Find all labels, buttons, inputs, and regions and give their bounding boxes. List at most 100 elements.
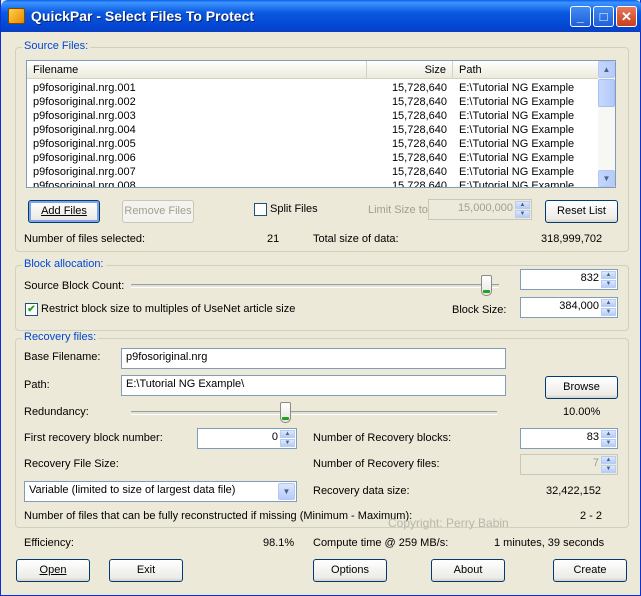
title-bar[interactable]: QuickPar - Select Files To Protect _ □ ✕ <box>1 0 641 32</box>
chevron-down-icon: ▼ <box>602 174 611 183</box>
about-button[interactable]: About <box>431 559 505 582</box>
column-header-size[interactable]: Size <box>367 61 453 79</box>
maximize-button[interactable]: □ <box>593 6 614 27</box>
block-size-input[interactable]: 384,000 ▲ ▼ <box>520 297 618 318</box>
table-row[interactable]: p9fosoriginal.nrg.004 15,728,640 E:\Tutori… <box>27 123 599 137</box>
window-title: QuickPar - Select Files To Protect <box>31 8 255 24</box>
cell-size: 15,728,640 <box>391 110 447 122</box>
copyright-watermark: Copyright: Perry Babin <box>388 516 509 530</box>
cell-path: E:\Tutorial NG Example <box>459 138 575 150</box>
reconstruct-count-label: Number of files that can be fully recons… <box>24 510 413 522</box>
cell-size: 15,728,640 <box>391 82 447 94</box>
compute-time-label: Compute time @ 259 MB/s: <box>313 537 449 549</box>
scroll-down-button[interactable]: ▼ <box>598 170 615 187</box>
quickpar-app-icon <box>8 8 25 24</box>
source-block-slider-thumb[interactable] <box>480 275 492 296</box>
num-recovery-blocks-spinner[interactable]: ▲ ▼ <box>601 430 616 447</box>
total-size-value: 318,999,702 <box>541 233 603 245</box>
block-size-value: 384,000 <box>559 300 599 312</box>
cell-filename: p9fosoriginal.nrg.001 <box>33 82 136 94</box>
cell-path: E:\Tutorial NG Example <box>459 152 575 164</box>
source-block-spinner[interactable]: ▲ ▼ <box>601 271 616 288</box>
table-row[interactable]: p9fosoriginal.nrg.002 15,728,640 E:\Tutori… <box>27 95 599 109</box>
spin-up-icon: ▲ <box>601 299 616 307</box>
redundancy-label: Redundancy: <box>24 406 89 418</box>
minimize-icon: _ <box>576 9 585 24</box>
reset-list-button[interactable]: Reset List <box>545 200 618 223</box>
cell-filename: p9fosoriginal.nrg.003 <box>33 110 136 122</box>
efficiency-label: Efficiency: <box>24 537 74 549</box>
source-block-count-input[interactable]: 832 ▲ ▼ <box>520 269 618 290</box>
minimize-button[interactable]: _ <box>570 6 591 27</box>
source-files-list[interactable]: Filename Size Path p9fosoriginal.nrg.001… <box>26 60 616 188</box>
redundancy-slider-thumb[interactable] <box>280 402 292 423</box>
spin-down-icon: ▼ <box>601 465 616 473</box>
spin-up-icon: ▲ <box>601 456 616 464</box>
cell-path: E:\Tutorial NG Example <box>459 96 575 108</box>
num-recovery-files-input[interactable]: 7 ▲ ▼ <box>520 454 618 475</box>
close-icon: ✕ <box>621 9 632 24</box>
create-button[interactable]: Create <box>553 559 627 582</box>
redundancy-slider-track[interactable] <box>131 411 497 415</box>
chevron-down-icon[interactable]: ▼ <box>278 483 295 500</box>
spin-up-icon: ▲ <box>601 430 616 438</box>
table-row[interactable]: p9fosoriginal.nrg.006 15,728,640 E:\Tutori… <box>27 151 599 165</box>
cell-size: 15,728,640 <box>391 124 447 136</box>
scroll-up-button[interactable]: ▲ <box>598 61 615 78</box>
num-recovery-files-spinner[interactable]: ▲ ▼ <box>601 456 616 473</box>
cell-filename: p9fosoriginal.nrg.002 <box>33 96 136 108</box>
first-recovery-block-label: First recovery block number: <box>24 432 163 444</box>
cell-filename: p9fosoriginal.nrg.007 <box>33 166 136 178</box>
path-label: Path: <box>24 379 50 391</box>
base-filename-input[interactable]: p9fosoriginal.nrg <box>121 348 506 369</box>
source-block-slider-track[interactable] <box>131 284 499 288</box>
table-row[interactable]: p9fosoriginal.nrg.005 15,728,640 E:\Tutori… <box>27 137 599 151</box>
scroll-thumb[interactable] <box>598 79 615 107</box>
spin-down-icon: ▼ <box>601 280 616 288</box>
path-input[interactable]: E:\Tutorial NG Example\ <box>121 375 506 396</box>
spin-up-icon: ▲ <box>601 271 616 279</box>
num-recovery-files-value: 7 <box>592 457 599 469</box>
exit-button[interactable]: Exit <box>109 559 183 582</box>
num-recovery-blocks-input[interactable]: 83 ▲ ▼ <box>520 428 618 449</box>
close-button[interactable]: ✕ <box>616 6 637 27</box>
table-row[interactable]: p9fosoriginal.nrg.003 15,728,640 E:\Tutori… <box>27 109 599 123</box>
first-recovery-block-spinner[interactable]: ▲ ▼ <box>280 430 295 447</box>
table-row[interactable]: p9fosoriginal.nrg.007 15,728,640 E:\Tutori… <box>27 165 599 179</box>
block-size-label: Block Size: <box>452 304 507 316</box>
list-vertical-scrollbar[interactable]: ▲ ▼ <box>598 61 615 187</box>
column-header-path[interactable]: Path <box>453 61 599 79</box>
limit-size-label: Limit Size to: <box>368 204 431 216</box>
split-files-checkbox[interactable] <box>254 203 267 216</box>
num-recovery-blocks-value: 83 <box>586 431 599 443</box>
open-button[interactable]: Open <box>16 559 90 582</box>
cell-size: 15,728,640 <box>391 96 447 108</box>
total-size-label: Total size of data: <box>313 233 399 245</box>
block-size-spinner[interactable]: ▲ ▼ <box>601 299 616 316</box>
recovery-file-size-selected: Variable (limited to size of largest dat… <box>29 484 236 496</box>
restrict-block-size-checkbox[interactable]: ✔ <box>25 303 38 316</box>
table-row[interactable]: p9fosoriginal.nrg.001 15,728,640 E:\Tutori… <box>27 81 599 95</box>
cell-size: 15,728,640 <box>391 138 447 150</box>
spin-up-icon: ▲ <box>515 201 530 209</box>
spin-up-icon: ▲ <box>280 430 295 438</box>
maximize-icon: □ <box>599 9 608 24</box>
num-recovery-files-label: Number of Recovery files: <box>313 458 440 470</box>
limit-size-input[interactable]: 15,000,000 ▲ ▼ <box>428 199 532 220</box>
remove-files-button[interactable]: Remove Files <box>122 200 194 223</box>
column-header-filename[interactable]: Filename <box>27 61 367 79</box>
table-row[interactable]: p9fosoriginal.nrg.008 15,728,640 E:\Tutori… <box>27 179 599 187</box>
spin-down-icon: ▼ <box>601 439 616 447</box>
add-files-button[interactable]: Add Files <box>28 200 100 223</box>
recovery-file-size-select[interactable]: Variable (limited to size of largest dat… <box>24 481 297 502</box>
limit-size-spinner[interactable]: ▲ ▼ <box>515 201 530 218</box>
recovery-files-title: Recovery files: <box>22 331 99 343</box>
first-recovery-block-input[interactable]: 0 ▲ ▼ <box>197 428 297 449</box>
options-button[interactable]: Options <box>313 559 387 582</box>
cell-path: E:\Tutorial NG Example <box>459 82 575 94</box>
cell-path: E:\Tutorial NG Example <box>459 166 575 178</box>
browse-button[interactable]: Browse <box>545 376 618 399</box>
list-header: Filename Size Path <box>27 61 599 79</box>
recovery-data-size-value: 32,422,152 <box>546 485 602 497</box>
num-recovery-blocks-label: Number of Recovery blocks: <box>313 432 452 444</box>
